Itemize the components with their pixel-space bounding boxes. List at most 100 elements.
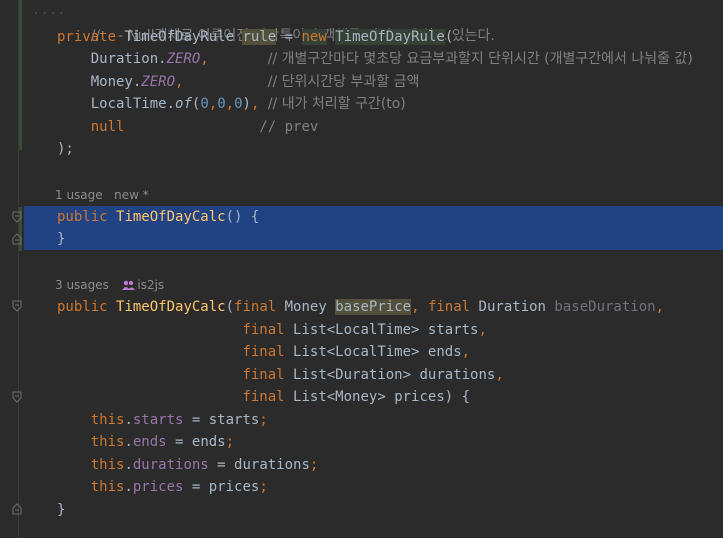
editor-gutter xyxy=(0,0,24,538)
number: 0 xyxy=(217,96,226,112)
constant: ZERO xyxy=(141,74,176,90)
separator: , xyxy=(495,367,504,383)
code-line[interactable]: this.prices = prices; xyxy=(24,476,723,498)
code-line[interactable]: private TimeOfDayRule rule = new TimeOfD… xyxy=(24,26,723,48)
author-hint[interactable]: new * xyxy=(114,188,149,202)
operator: = xyxy=(284,29,294,45)
param-type: Money xyxy=(284,299,327,315)
usage-count[interactable]: 3 usages xyxy=(55,278,109,292)
padding xyxy=(183,74,267,90)
keyword-final: final xyxy=(427,299,471,315)
code-line-selected[interactable]: public TimeOfDayCalc() { xyxy=(24,206,723,228)
statement-end: ); xyxy=(57,141,74,157)
param-name: starts xyxy=(427,322,479,338)
closing-brace: } xyxy=(57,231,66,247)
param-type: List<Money> xyxy=(293,389,386,405)
param-type: List<LocalTime> xyxy=(293,344,420,360)
code-line[interactable]: ); xyxy=(24,138,723,160)
code-comment: // 단위시간당 부과할 금액 xyxy=(267,74,420,90)
inlay-hint-usages[interactable]: 1 usage new * xyxy=(24,184,149,206)
method-name: TimeOfDayCalc xyxy=(116,209,226,225)
keyword-null: null xyxy=(90,119,125,135)
constant: ZERO xyxy=(166,51,201,67)
code-line[interactable]: this.starts = starts; xyxy=(24,409,723,431)
code-line[interactable]: null // prev xyxy=(24,116,723,138)
keyword-new: new xyxy=(301,29,327,45)
constructor-call: TimeOfDayRule xyxy=(335,29,445,45)
keyword-this: this xyxy=(90,479,125,495)
keyword-public: public xyxy=(57,209,108,225)
fold-close-icon[interactable] xyxy=(12,503,22,515)
code-line[interactable]: Money.ZERO, // 단위시간당 부과할 금액 xyxy=(24,71,723,93)
method-signature: () { xyxy=(225,209,260,225)
closing-brace: } xyxy=(57,502,66,518)
keyword-final: final xyxy=(242,367,285,383)
param-ref: starts xyxy=(208,412,260,428)
param-ref: ends xyxy=(191,434,226,450)
code-line[interactable]: final List<Duration> durations, xyxy=(24,364,723,386)
keyword-final: final xyxy=(234,299,277,315)
code-line[interactable]: LocalTime.of(0,0,0), // 내가 처리할 구간(to) xyxy=(24,93,723,115)
inlay-hint-usages[interactable]: 3 usages is2js xyxy=(24,274,164,296)
fold-open-icon[interactable] xyxy=(12,211,22,223)
param-name: ends xyxy=(427,344,462,360)
code-line[interactable]: this.ends = ends; xyxy=(24,431,723,453)
paren: ( xyxy=(225,299,235,315)
code-line[interactable]: final List<LocalTime> starts, xyxy=(24,319,723,341)
number: 0 xyxy=(200,96,209,112)
keyword-private: private xyxy=(57,29,117,45)
param-ref: durations xyxy=(234,457,310,473)
keyword-this: this xyxy=(90,434,125,450)
method-open: ) { xyxy=(444,389,471,405)
param-name: durations xyxy=(419,367,496,383)
code-line[interactable]: this.durations = durations; xyxy=(24,454,723,476)
keyword-final: final xyxy=(242,344,285,360)
author-hint[interactable]: is2js xyxy=(137,278,164,292)
padding xyxy=(209,51,268,67)
code-comment: // prev xyxy=(259,119,319,135)
code-line[interactable]: public TimeOfDayCalc(final Money basePri… xyxy=(24,296,723,318)
paren: ( xyxy=(444,29,454,45)
param-name: prices xyxy=(394,389,445,405)
code-comment: // 개별구간마다 몇초당 요금부과할지 단위시간 (개별구간에서 나눠줄 값) xyxy=(267,51,693,67)
number: 0 xyxy=(234,96,243,112)
field-ref: starts xyxy=(132,412,184,428)
keyword-public: public xyxy=(57,299,108,315)
param-ref: prices xyxy=(208,479,260,495)
code-line[interactable]: final List<LocalTime> ends, xyxy=(24,341,723,363)
field-ref: ends xyxy=(132,434,167,450)
keyword-this: this xyxy=(90,412,125,428)
code-line[interactable]: Duration.ZERO, // 개별구간마다 몇초당 요금부과할지 단위시간… xyxy=(24,48,723,70)
static-method: of xyxy=(175,96,192,112)
separator: , xyxy=(461,344,471,360)
fold-open-icon[interactable] xyxy=(12,391,22,403)
separator: , xyxy=(655,299,665,315)
class-ref: LocalTime. xyxy=(90,96,176,112)
field-ref: prices xyxy=(132,479,184,495)
type-name: TimeOfDayRule xyxy=(124,29,235,45)
code-comment: // 내가 처리할 구간(to) xyxy=(267,96,406,112)
separator: , xyxy=(411,299,420,315)
fold-open-icon[interactable] xyxy=(12,300,22,312)
class-ref: Duration. xyxy=(90,51,167,67)
users-icon xyxy=(122,275,136,297)
field-ref: durations xyxy=(132,457,209,473)
keyword-final: final xyxy=(242,389,285,405)
vcs-change-marker[interactable] xyxy=(19,0,22,150)
method-name: TimeOfDayCalc xyxy=(116,299,226,315)
keyword-this: this xyxy=(90,457,125,473)
separator: , xyxy=(250,96,260,112)
param-name: basePrice xyxy=(335,299,412,315)
class-ref: Money. xyxy=(90,74,142,90)
keyword-final: final xyxy=(242,322,285,338)
padding xyxy=(124,119,259,135)
separator: , xyxy=(478,322,487,338)
param-type: Duration xyxy=(478,299,546,315)
separator: , xyxy=(200,51,209,67)
usage-count[interactable]: 1 usage xyxy=(55,188,103,202)
code-line[interactable]: final List<Money> prices) { xyxy=(24,386,723,408)
code-line-selected[interactable]: } xyxy=(24,228,723,250)
code-line[interactable]: } xyxy=(24,499,723,521)
code-line[interactable]: ····// - Null객체로 이루어진 시작특이점 객체를 미리 소유하고 … xyxy=(24,3,723,44)
fold-close-icon[interactable] xyxy=(12,233,22,245)
